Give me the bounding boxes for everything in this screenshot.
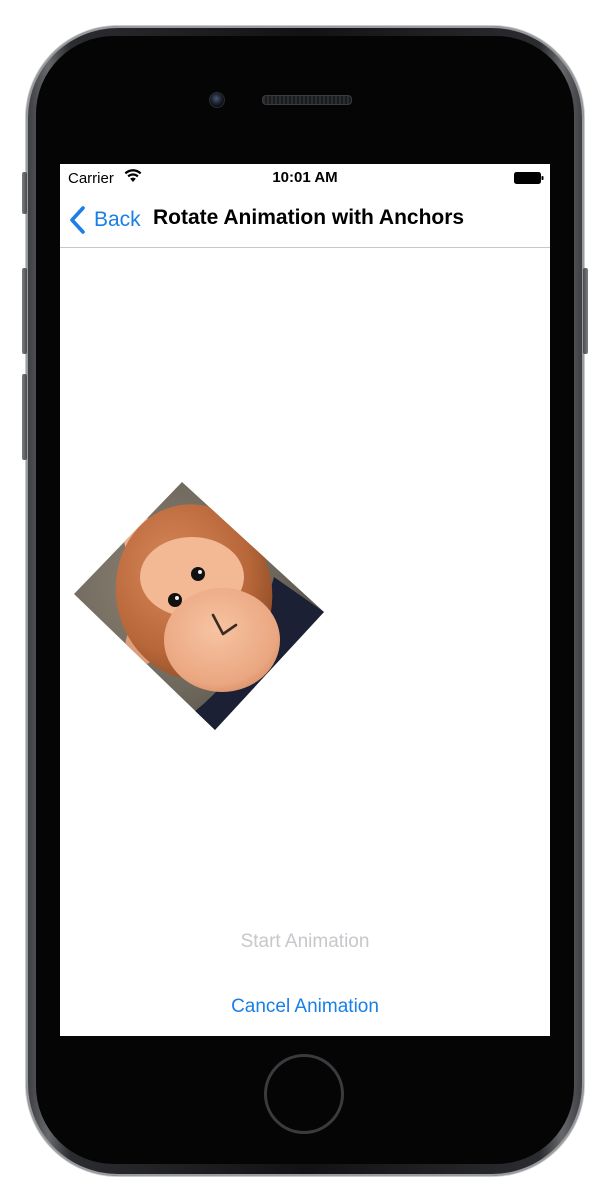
- home-button[interactable]: [264, 1054, 344, 1134]
- status-time: 10:01 AM: [272, 169, 338, 186]
- mute-switch: [22, 172, 27, 214]
- start-animation-button[interactable]: Start Animation: [60, 931, 550, 953]
- monkey-image: [74, 482, 324, 730]
- device-mockup: Carrier 10:01 AM Back Rotate Animation w…: [0, 0, 610, 1200]
- battery-full-icon: [514, 172, 544, 184]
- volume-up-button: [22, 268, 27, 354]
- screen: Carrier 10:01 AM Back Rotate Animation w…: [60, 164, 550, 1036]
- chevron-left-icon: [70, 206, 85, 234]
- volume-down-button: [22, 374, 27, 460]
- power-button: [583, 268, 588, 354]
- page-title: Rotate Animation with Anchors: [153, 206, 465, 229]
- front-camera: [209, 92, 225, 108]
- main-content: Start Animation Cancel Animation: [60, 248, 550, 1036]
- status-bar: Carrier 10:01 AM: [60, 164, 550, 192]
- earpiece-speaker: [262, 95, 352, 105]
- back-label: Back: [94, 208, 141, 231]
- cancel-animation-button[interactable]: Cancel Animation: [60, 996, 550, 1018]
- back-button[interactable]: Back: [68, 204, 141, 236]
- navigation-bar: Back Rotate Animation with Anchors: [60, 192, 550, 248]
